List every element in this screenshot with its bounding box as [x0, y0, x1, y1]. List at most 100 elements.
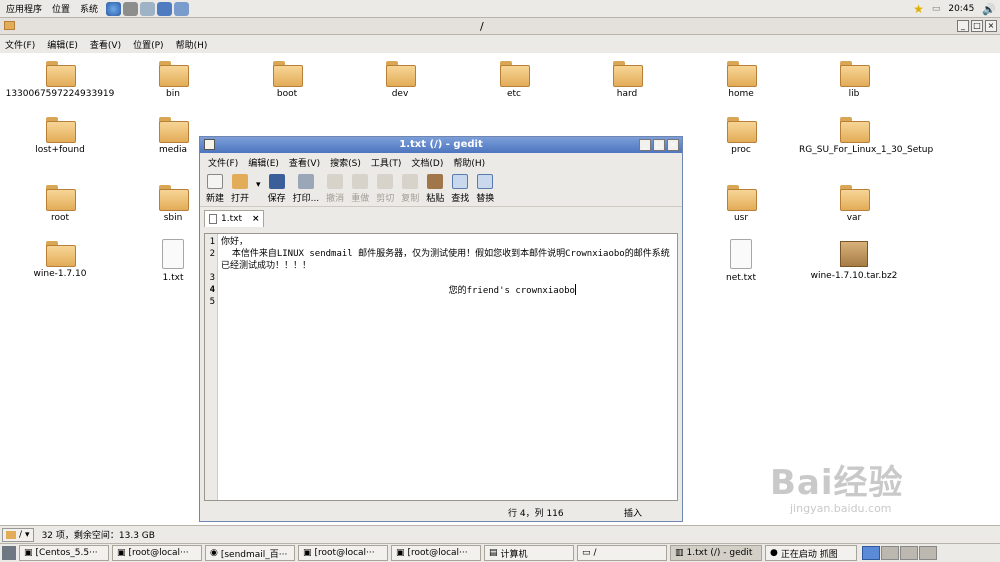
- file-label: home: [728, 89, 754, 99]
- replace-button[interactable]: 替换: [476, 174, 494, 204]
- mail-icon[interactable]: [174, 1, 190, 16]
- minimize-button[interactable]: _: [957, 20, 969, 32]
- close-button[interactable]: ×: [985, 20, 997, 32]
- file-icon[interactable]: usr: [686, 185, 796, 224]
- file-icon[interactable]: hard: [572, 61, 682, 100]
- gedit-minimize-button[interactable]: _: [639, 139, 651, 151]
- gedit-close-button[interactable]: ×: [667, 139, 679, 151]
- undo-button[interactable]: 撤消: [326, 174, 344, 204]
- folder-icon: [6, 530, 16, 539]
- workspace-switcher[interactable]: [862, 546, 937, 560]
- clock[interactable]: 20:45: [948, 4, 974, 14]
- paste-button[interactable]: 粘贴: [426, 174, 444, 204]
- text-file-icon: [162, 239, 184, 269]
- file-icon[interactable]: etc: [459, 61, 569, 100]
- menu-file[interactable]: 文件(F): [5, 38, 35, 51]
- file-icon[interactable]: var: [799, 185, 909, 224]
- taskbar-item-active[interactable]: ▥ 1.txt (/) - gedit: [670, 545, 762, 561]
- screen-icon[interactable]: ▭: [932, 4, 941, 14]
- text-editor[interactable]: 1 2 3 4 5 你好， 本信件来自LINUX sendmail 邮件服务器，…: [204, 233, 678, 501]
- cut-label: 剪切: [376, 194, 395, 204]
- gedit-menu-view[interactable]: 查看(V): [289, 156, 320, 169]
- copy-icon: [402, 174, 419, 189]
- menu-edit[interactable]: 编辑(E): [47, 38, 78, 51]
- open-dropdown[interactable]: ▾: [256, 174, 261, 190]
- browser-icon[interactable]: [106, 1, 122, 16]
- redo-button[interactable]: 重做: [351, 174, 369, 204]
- star-icon[interactable]: ★: [913, 2, 924, 16]
- gedit-statusbar: 行 4，列 116 插入: [200, 503, 682, 521]
- find-button[interactable]: 查找: [451, 174, 469, 204]
- taskbar-item[interactable]: ▣ [root@local···: [298, 545, 388, 561]
- taskbar-item[interactable]: ▣ [Centos_5.5···: [19, 545, 109, 561]
- workspace-4[interactable]: [919, 546, 937, 560]
- text-line: 本信件来自LINUX sendmail 邮件服务器，仅为测试使用！假如您收到本邮…: [221, 249, 670, 271]
- applications-menu[interactable]: 应用程序: [6, 2, 42, 15]
- new-button[interactable]: 新建: [206, 174, 224, 204]
- taskbar-item[interactable]: ▣ [root@local···: [112, 545, 202, 561]
- taskbar-item[interactable]: ▣ [root@local···: [391, 545, 481, 561]
- text-line: [221, 297, 673, 309]
- workspace-1[interactable]: [862, 546, 880, 560]
- document-icon: [209, 214, 217, 224]
- gedit-menu-edit[interactable]: 编辑(E): [248, 156, 279, 169]
- places-menu[interactable]: 位置: [52, 2, 70, 15]
- gedit-menu-search[interactable]: 搜索(S): [330, 156, 361, 169]
- tab-1-txt[interactable]: 1.txt ×: [204, 210, 264, 227]
- gedit-menu-help[interactable]: 帮助(H): [453, 156, 485, 169]
- workspace-2[interactable]: [881, 546, 899, 560]
- find-icon: [452, 174, 469, 189]
- file-label: var: [846, 213, 862, 223]
- file-icon[interactable]: net.txt: [686, 239, 796, 284]
- file-manager-title: /: [480, 20, 484, 33]
- cut-button[interactable]: 剪切: [376, 174, 394, 204]
- system-menu[interactable]: 系统: [80, 2, 98, 15]
- open-button[interactable]: 打开: [231, 174, 249, 204]
- file-icon[interactable]: root: [5, 185, 115, 224]
- camera-icon: ●: [770, 548, 778, 558]
- file-label: wine-1.7.10.tar.bz2: [810, 271, 898, 281]
- gedit-menu-documents[interactable]: 文档(D): [411, 156, 443, 169]
- taskbar-item[interactable]: ◉ [sendmail_百···: [205, 545, 295, 561]
- location-button[interactable]: / ▾: [2, 527, 34, 542]
- taskbar-item[interactable]: ▤ 计算机: [484, 545, 574, 561]
- file-label: etc: [506, 89, 521, 99]
- close-icon[interactable]: ×: [252, 214, 260, 224]
- volume-icon[interactable]: 🔊: [982, 3, 996, 16]
- file-icon[interactable]: lost+found: [5, 117, 115, 156]
- document-text[interactable]: 你好， 本信件来自LINUX sendmail 邮件服务器，仅为测试使用！假如您…: [221, 236, 673, 309]
- file-icon[interactable]: dev: [345, 61, 455, 100]
- menu-help[interactable]: 帮助(H): [176, 38, 208, 51]
- file-label: net.txt: [725, 273, 756, 283]
- monitor-icon[interactable]: [157, 1, 173, 16]
- gedit-maximize-button[interactable]: □: [653, 139, 665, 151]
- file-icon[interactable]: home: [686, 61, 796, 100]
- folder-icon: [159, 117, 189, 143]
- line-number: 4: [209, 285, 215, 295]
- menu-view[interactable]: 查看(V): [90, 38, 121, 51]
- editor-icon[interactable]: [140, 1, 156, 16]
- file-icon[interactable]: bin: [118, 61, 228, 100]
- maximize-button[interactable]: □: [971, 20, 983, 32]
- file-icon[interactable]: proc: [686, 117, 796, 156]
- file-icon[interactable]: boot: [232, 61, 342, 100]
- taskbar-item[interactable]: ▭ /: [577, 545, 667, 561]
- print-button[interactable]: 打印...: [293, 174, 319, 204]
- file-icon[interactable]: lib: [799, 61, 909, 100]
- file-icon[interactable]: 1330067597224933919: [5, 61, 115, 100]
- file-icon[interactable]: wine-1.7.10: [5, 241, 115, 280]
- gedit-menu-file[interactable]: 文件(F): [208, 156, 238, 169]
- copy-button[interactable]: 复制: [401, 174, 419, 204]
- workspace-3[interactable]: [900, 546, 918, 560]
- replace-label: 替换: [476, 194, 495, 204]
- network-icon[interactable]: [123, 1, 139, 16]
- menu-places[interactable]: 位置(P): [133, 38, 163, 51]
- save-button[interactable]: 保存: [268, 174, 286, 204]
- file-icon[interactable]: wine-1.7.10.tar.bz2: [799, 241, 909, 282]
- gedit-menu-tools[interactable]: 工具(T): [371, 156, 402, 169]
- show-desktop-icon[interactable]: [2, 546, 16, 560]
- line-number-gutter: 1 2 3 4 5: [205, 234, 218, 500]
- taskbar-item[interactable]: ● 正在启动 抓图: [765, 545, 857, 561]
- file-icon[interactable]: RG_SU_For_Linux_1_30_Setup: [799, 117, 933, 156]
- gedit-titlebar[interactable]: 1.txt (/) - gedit _ □ ×: [200, 137, 682, 153]
